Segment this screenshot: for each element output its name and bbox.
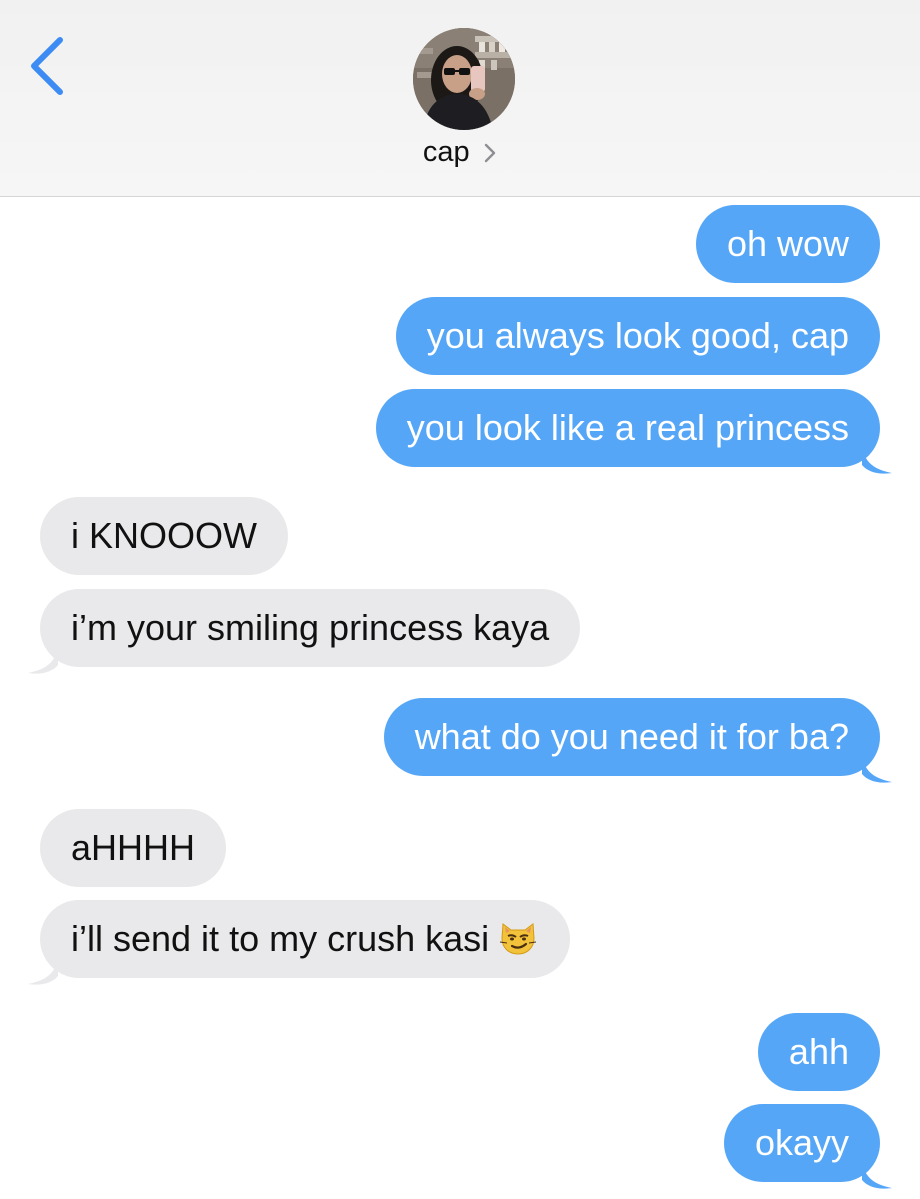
message-bubble-sent[interactable]: you look like a real princess: [375, 389, 880, 467]
messages-screen: cap oh wow you always look good, cap you…: [0, 0, 920, 1199]
smirking-cat-emoji-icon: [500, 923, 537, 955]
message-bubble-sent[interactable]: ahh: [757, 1013, 880, 1091]
message-bubble-sent[interactable]: oh wow: [695, 205, 880, 283]
message-bubble-sent[interactable]: what do you need it for ba?: [383, 698, 880, 776]
message-text: i’ll send it to my crush kasi: [71, 918, 490, 959]
bubble-tail: [28, 956, 58, 985]
chevron-left-icon: [31, 37, 63, 95]
message-bubble-received[interactable]: i’m your smiling princess kaya: [40, 589, 581, 667]
contact-details-link[interactable]: cap: [0, 136, 920, 169]
bubble-tail: [862, 754, 892, 783]
bubble-tail: [862, 445, 892, 474]
back-button[interactable]: [22, 32, 72, 102]
avatar-photo: [413, 28, 515, 130]
bubble-tail: [862, 1160, 892, 1189]
chevron-right-icon: [484, 143, 496, 162]
contact-name: cap: [422, 136, 470, 168]
message-bubble-received[interactable]: aHHHH: [40, 809, 227, 887]
contact-avatar[interactable]: [413, 28, 515, 130]
message-bubble-received[interactable]: i’ll send it to my crush kasi: [40, 900, 571, 978]
message-bubble-sent[interactable]: you always look good, cap: [395, 297, 880, 375]
bubble-tail: [28, 645, 58, 674]
message-bubble-sent[interactable]: okayy: [723, 1104, 880, 1182]
message-bubble-received[interactable]: i KNOOOW: [40, 497, 288, 575]
conversation-header: cap: [0, 0, 920, 197]
